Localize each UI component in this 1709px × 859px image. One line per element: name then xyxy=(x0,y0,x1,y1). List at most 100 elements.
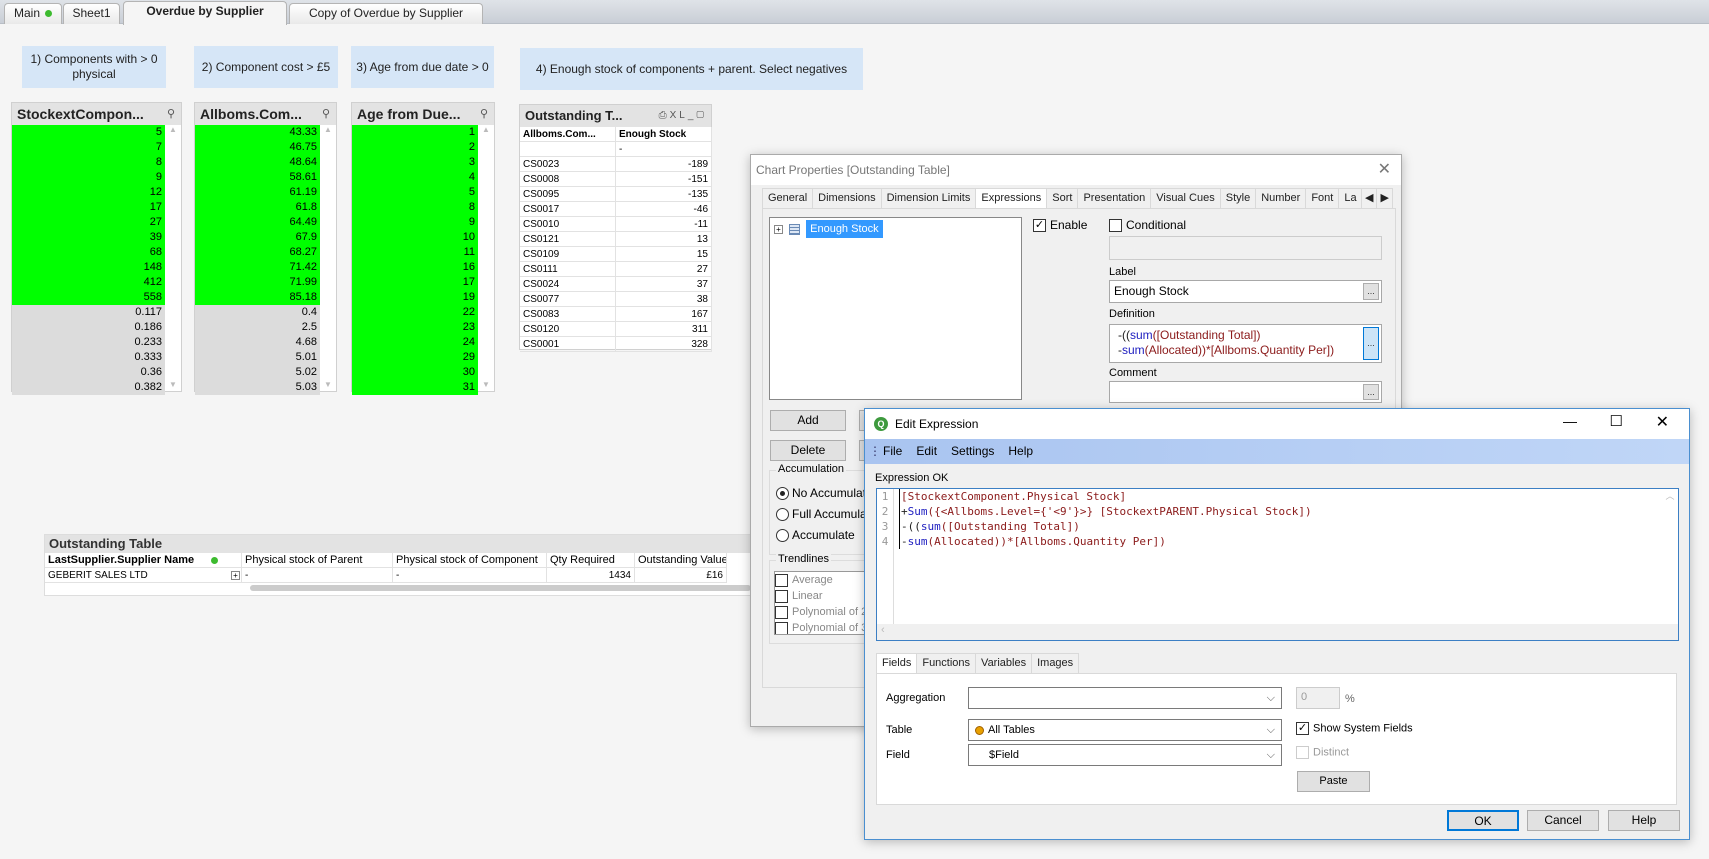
listbox-value-selected[interactable]: 46.75 xyxy=(195,140,320,155)
conditional-input[interactable] xyxy=(1109,236,1382,260)
listbox-value-selected[interactable]: 11 xyxy=(352,245,478,260)
listbox-value-excluded[interactable]: 0.117 xyxy=(12,305,165,320)
listbox-value-selected[interactable]: 9 xyxy=(352,215,478,230)
column-header[interactable]: Physical stock of Parent xyxy=(242,553,393,568)
listbox-value-selected[interactable]: 58.61 xyxy=(195,170,320,185)
listbox-value-selected[interactable]: 23 xyxy=(352,320,478,335)
listbox-allboms-component-cost[interactable]: Allboms.Com... ⚲ 43.33 46.75 48.64 58.61 61.1… xyxy=(194,102,337,395)
listbox-value-excluded[interactable]: 4.68 xyxy=(195,335,320,350)
tab-font[interactable]: Font xyxy=(1305,188,1340,208)
tab-variables[interactable]: Variables xyxy=(975,653,1033,673)
listbox-value-selected[interactable]: 27 xyxy=(12,215,165,230)
menu-settings[interactable]: Settings xyxy=(951,444,994,458)
listbox-value-selected[interactable]: 5 xyxy=(12,125,165,140)
tab-fields[interactable]: Fields xyxy=(876,653,918,675)
listbox-value-excluded[interactable]: 0.186 xyxy=(12,320,165,335)
scrollbar[interactable]: ▲ ▼ xyxy=(478,125,494,391)
tab-dimension-limits[interactable]: Dimension Limits xyxy=(880,188,977,208)
listbox-value-excluded[interactable]: 5.02 xyxy=(195,365,320,380)
close-icon[interactable]: ✕ xyxy=(1378,159,1391,179)
listbox-value-selected[interactable]: 8 xyxy=(352,200,478,215)
horizontal-scrollbar[interactable] xyxy=(250,585,751,591)
expression-item[interactable]: + Enough Stock xyxy=(774,220,883,238)
expand-icon[interactable]: + xyxy=(774,224,783,234)
column-header[interactable]: Physical stock of Component xyxy=(393,553,547,568)
xl-icon[interactable]: XL xyxy=(670,110,688,121)
listbox-value-selected[interactable]: 61.8 xyxy=(195,200,320,215)
table-title[interactable]: Outstanding Table xyxy=(45,535,751,553)
listbox-value-selected[interactable]: 12 xyxy=(12,185,165,200)
listbox-value-selected[interactable]: 148 xyxy=(12,260,165,275)
listbox-value-excluded[interactable]: 0.382 xyxy=(12,380,165,395)
ellipsis-button[interactable]: ... xyxy=(1363,283,1379,300)
listbox-value-excluded[interactable]: 0.36 xyxy=(12,365,165,380)
menu-file[interactable]: File xyxy=(883,444,902,458)
sheet-tab-sheet1[interactable]: Sheet1 xyxy=(63,3,120,24)
listbox-value-selected[interactable]: 30 xyxy=(352,365,478,380)
conditional-checkbox[interactable]: Conditional xyxy=(1109,218,1186,233)
column-header[interactable]: Enough Stock xyxy=(616,127,712,142)
listbox-value-selected[interactable]: 85.18 xyxy=(195,290,320,305)
horizontal-scrollbar[interactable]: ‹ xyxy=(877,624,1678,640)
tab-general[interactable]: General xyxy=(762,188,814,208)
listbox-value-selected[interactable]: 2 xyxy=(352,140,478,155)
listbox-value-selected[interactable]: 48.64 xyxy=(195,155,320,170)
listbox-header[interactable]: Age from Due... ⚲ xyxy=(352,103,494,125)
listbox-value-excluded[interactable]: 2.5 xyxy=(195,320,320,335)
tab-scroll-arrows[interactable]: ◀ ▶ xyxy=(1361,188,1393,208)
expand-icon[interactable]: + xyxy=(231,571,240,580)
listbox-value-excluded[interactable]: 0.333 xyxy=(12,350,165,365)
sheet-tab-main[interactable]: Main xyxy=(4,3,62,24)
scroll-left-icon[interactable]: ◀ xyxy=(1361,188,1378,208)
scroll-right-icon[interactable]: ▶ xyxy=(1376,188,1393,208)
listbox-value-excluded[interactable]: 5.03 xyxy=(195,380,320,395)
tab-functions[interactable]: Functions xyxy=(916,653,977,673)
percent-input[interactable]: 0 xyxy=(1296,687,1340,709)
tab-la[interactable]: La xyxy=(1338,188,1363,208)
tab-sort[interactable]: Sort xyxy=(1046,188,1079,208)
distinct-checkbox[interactable]: Distinct xyxy=(1296,746,1349,759)
close-icon[interactable]: ✕ xyxy=(1656,412,1669,432)
comment-input[interactable]: ... xyxy=(1109,381,1382,403)
listbox-value-selected[interactable]: 67.9 xyxy=(195,230,320,245)
listbox-value-selected[interactable]: 1 xyxy=(352,125,478,140)
label-input[interactable]: Enough Stock... xyxy=(1109,280,1382,303)
listbox-value-selected[interactable]: 3 xyxy=(352,155,478,170)
listbox-value-selected[interactable]: 68 xyxy=(12,245,165,260)
add-button[interactable]: Add xyxy=(770,410,846,431)
listbox-value-selected[interactable]: 17 xyxy=(352,275,478,290)
menu-edit[interactable]: Edit xyxy=(916,444,937,458)
listbox-header[interactable]: Allboms.Com... ⚲ xyxy=(195,103,336,125)
listbox-value-selected[interactable]: 71.99 xyxy=(195,275,320,290)
listbox-value-selected[interactable]: 64.49 xyxy=(195,215,320,230)
aggregation-select[interactable]: ⌵ xyxy=(968,687,1282,709)
scrollbar[interactable]: ▲ ▼ xyxy=(165,125,181,391)
listbox-value-selected[interactable]: 61.19 xyxy=(195,185,320,200)
minimize-icon[interactable]: — xyxy=(1563,413,1577,429)
listbox-stockext-component[interactable]: StockextCompon... ⚲ 5 7 8 9 12 17 27 39 68 148 412 5… xyxy=(11,102,182,395)
listbox-value-selected[interactable]: 31 xyxy=(352,380,478,395)
listbox-age-from-due[interactable]: Age from Due... ⚲ 1 2 3 4 5 8 9 10 11 16 17 19 22 23 24… xyxy=(351,102,495,395)
help-button[interactable]: Help xyxy=(1608,810,1680,831)
tab-expressions[interactable]: Expressions xyxy=(975,188,1048,210)
print-icon[interactable]: ⎙ xyxy=(659,110,670,121)
expression-editor[interactable]: 1234 [StockextComponent.Physical Stock] +… xyxy=(876,488,1679,641)
menu-help[interactable]: Help xyxy=(1008,444,1033,458)
field-select[interactable]: $Field ⌵ xyxy=(968,744,1282,766)
vertical-scrollbar[interactable]: ︿ xyxy=(1662,489,1678,624)
listbox-value-selected[interactable]: 8 xyxy=(12,155,165,170)
listbox-value-selected[interactable]: 68.27 xyxy=(195,245,320,260)
listbox-value-selected[interactable]: 22 xyxy=(352,305,478,320)
sheet-tab-copy-of-overdue[interactable]: Copy of Overdue by Supplier xyxy=(289,3,483,24)
edit-expression-button[interactable]: ... xyxy=(1363,327,1379,360)
listbox-value-selected[interactable]: 5 xyxy=(352,185,478,200)
definition-input[interactable]: -((sum([Outstanding Total]) -sum(Allocate… xyxy=(1109,324,1382,363)
expression-tree[interactable]: + Enough Stock xyxy=(769,217,1022,400)
paste-button[interactable]: Paste xyxy=(1297,771,1370,792)
delete-button[interactable]: Delete xyxy=(770,440,846,461)
column-header[interactable]: Qty Required xyxy=(547,553,635,568)
enable-checkbox[interactable]: ✓ Enable xyxy=(1033,218,1087,233)
tab-style[interactable]: Style xyxy=(1219,188,1257,208)
listbox-value-selected[interactable]: 10 xyxy=(352,230,478,245)
listbox-header[interactable]: StockextCompon... ⚲ xyxy=(12,103,181,125)
